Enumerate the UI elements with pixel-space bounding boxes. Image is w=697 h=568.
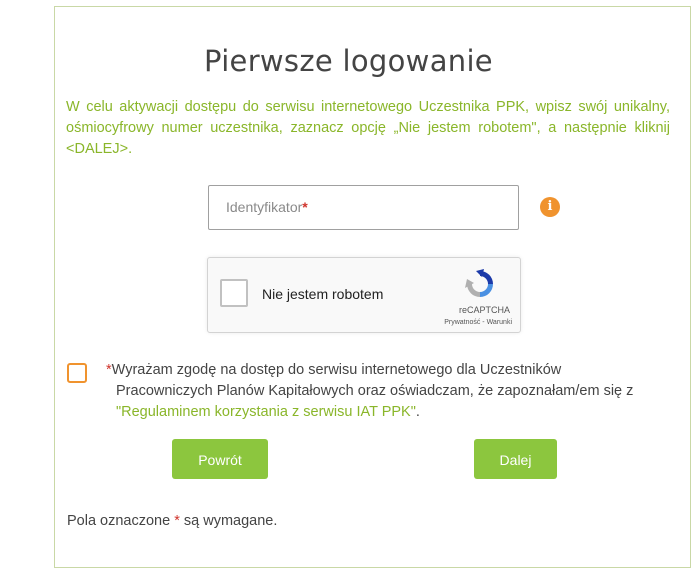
recaptcha-widget: Nie jestem robotem reCAPTCHA Prywatność … (207, 257, 521, 333)
identifier-placeholder-text: Identyfikator (226, 199, 303, 215)
back-button[interactable]: Powrót (172, 439, 268, 479)
footnote-after: są wymagane. (179, 513, 278, 529)
info-icon[interactable]: i (540, 197, 560, 217)
consent-checkbox[interactable] (67, 363, 87, 383)
terms-link[interactable]: "Regulaminem korzystania z serwisu IAT P… (116, 404, 416, 420)
recaptcha-links[interactable]: Prywatność - Warunki (444, 319, 512, 326)
recaptcha-label: Nie jestem robotem (262, 286, 384, 302)
footnote-before: Pola oznaczone (67, 513, 175, 529)
consent-suffix: . (415, 404, 420, 420)
page-title: Pierwsze logowanie (204, 44, 493, 78)
required-fields-note: Pola oznaczone * są wymagane. (67, 513, 277, 529)
consent-body: Wyrażam zgodę na dostęp do serwisu inter… (111, 362, 634, 399)
next-button[interactable]: Dalej (474, 439, 557, 479)
identifier-placeholder: Identyfikator* (226, 199, 308, 215)
identifier-input[interactable]: Identyfikator* (208, 185, 519, 230)
recaptcha-checkbox[interactable] (220, 279, 248, 307)
recaptcha-brand: reCAPTCHA (458, 305, 510, 315)
recaptcha-logo-icon (465, 269, 493, 297)
intro-text: W celu aktywacji dostępu do serwisu inte… (66, 99, 670, 157)
required-mark: * (302, 199, 308, 215)
consent-text: *Wyrażam zgodę na dostęp do serwisu inte… (106, 360, 656, 423)
